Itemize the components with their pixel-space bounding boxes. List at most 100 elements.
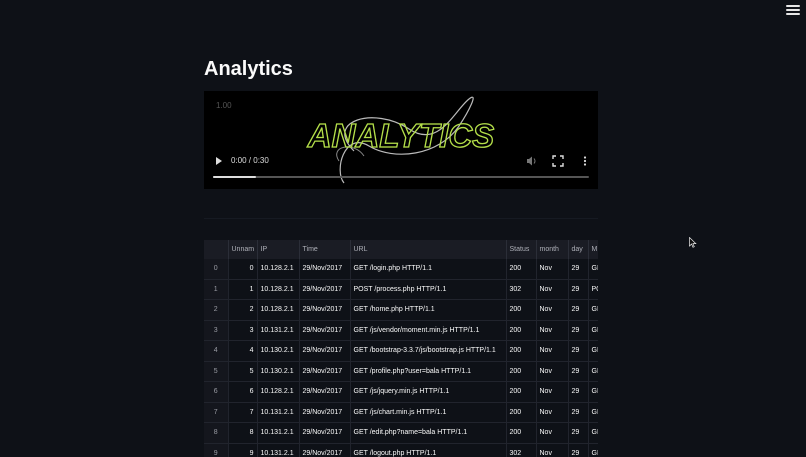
play-icon[interactable] — [216, 157, 222, 165]
table-cell[interactable]: GI — [588, 402, 598, 423]
row-index[interactable]: 5 — [204, 361, 229, 382]
table-cell[interactable]: 200 — [506, 340, 537, 362]
data-table[interactable]: Unnam IP Time URL Status month day M 0 0 10.128.2… — [204, 240, 598, 457]
table-cell[interactable]: POST /process.php HTTP/1.1 — [350, 279, 507, 300]
volume-icon[interactable] — [526, 155, 538, 167]
table-cell[interactable]: GI — [588, 422, 598, 444]
table-cell[interactable]: GI — [588, 340, 598, 362]
table-cell[interactable]: Nov — [536, 320, 569, 341]
table-row[interactable]: 5 5 10.130.2.1 29/Nov/2017 GET /profile.php?… — [204, 361, 598, 382]
table-cell[interactable]: GI — [588, 320, 598, 341]
table-cell[interactable]: 10.130.2.1 — [257, 361, 300, 382]
table-cell[interactable]: 4 — [228, 340, 258, 362]
table-cell[interactable]: Nov — [536, 402, 569, 423]
row-index[interactable]: 1 — [204, 279, 229, 300]
table-row[interactable]: 2 2 10.128.2.1 29/Nov/2017 GET /home.php HTT… — [204, 299, 598, 321]
table-cell[interactable]: 200 — [506, 381, 537, 403]
hamburger-menu-icon[interactable] — [786, 4, 800, 16]
table-cell[interactable]: Nov — [536, 299, 569, 321]
more-vertical-icon[interactable] — [579, 155, 591, 167]
table-cell[interactable]: Nov — [536, 259, 569, 280]
table-cell[interactable]: 302 — [506, 443, 537, 457]
table-cell[interactable]: GET /login.php HTTP/1.1 — [350, 259, 507, 280]
table-header-index[interactable] — [204, 240, 229, 259]
table-cell[interactable]: 200 — [506, 361, 537, 382]
table-row[interactable]: 6 6 10.128.2.1 29/Nov/2017 GET /js/jquery.mi… — [204, 381, 598, 403]
video-progress-bar[interactable] — [213, 176, 589, 178]
table-cell[interactable]: 9 — [228, 443, 258, 457]
table-row[interactable]: 4 4 10.130.2.1 29/Nov/2017 GET /bootstrap-3.… — [204, 340, 598, 362]
table-cell[interactable]: Nov — [536, 443, 569, 457]
table-cell[interactable]: 2 — [228, 299, 258, 321]
table-cell[interactable]: 10.128.2.1 — [257, 381, 300, 403]
row-index[interactable]: 7 — [204, 402, 229, 423]
table-cell[interactable]: 200 — [506, 320, 537, 341]
table-cell[interactable]: 10.131.2.1 — [257, 402, 300, 423]
table-cell[interactable]: 29 — [568, 259, 589, 280]
table-cell[interactable]: 29/Nov/2017 — [299, 279, 351, 300]
table-cell[interactable]: 7 — [228, 402, 258, 423]
table-cell[interactable]: Nov — [536, 422, 569, 444]
table-cell[interactable]: 10.131.2.1 — [257, 422, 300, 444]
table-cell[interactable]: Nov — [536, 381, 569, 403]
table-cell[interactable]: 5 — [228, 361, 258, 382]
table-cell[interactable]: 10.131.2.1 — [257, 320, 300, 341]
table-cell[interactable]: GET /bootstrap-3.3.7/js/bootstrap.js HTT… — [350, 340, 507, 362]
table-cell[interactable]: 10.128.2.1 — [257, 279, 300, 300]
table-cell[interactable]: GI — [588, 299, 598, 321]
table-cell[interactable]: 10.131.2.1 — [257, 443, 300, 457]
table-cell[interactable]: 29 — [568, 320, 589, 341]
table-cell[interactable]: 29/Nov/2017 — [299, 340, 351, 362]
table-cell[interactable]: 29 — [568, 361, 589, 382]
table-cell[interactable]: GET /js/vendor/moment.min.js HTTP/1.1 — [350, 320, 507, 341]
table-cell[interactable]: 29/Nov/2017 — [299, 402, 351, 423]
table-cell[interactable]: GI — [588, 361, 598, 382]
table-header-cell[interactable]: month — [536, 240, 569, 259]
table-cell[interactable]: 29/Nov/2017 — [299, 422, 351, 444]
table-cell[interactable]: 8 — [228, 422, 258, 444]
table-cell[interactable]: 1 — [228, 279, 258, 300]
table-cell[interactable]: 29/Nov/2017 — [299, 320, 351, 341]
table-header-cell[interactable]: day — [568, 240, 589, 259]
table-cell[interactable]: Nov — [536, 279, 569, 300]
table-cell[interactable]: 29/Nov/2017 — [299, 361, 351, 382]
table-header-cell[interactable]: Time — [299, 240, 351, 259]
table-cell[interactable]: 200 — [506, 299, 537, 321]
table-cell[interactable]: 29/Nov/2017 — [299, 381, 351, 403]
table-cell[interactable]: 200 — [506, 422, 537, 444]
row-index[interactable]: 2 — [204, 299, 229, 321]
table-cell[interactable]: GET /js/jquery.min.js HTTP/1.1 — [350, 381, 507, 403]
table-cell[interactable]: 10.128.2.1 — [257, 259, 300, 280]
table-cell[interactable]: GI — [588, 381, 598, 403]
table-cell[interactable]: GI — [588, 259, 598, 280]
table-header-cell[interactable]: IP — [257, 240, 300, 259]
row-index[interactable]: 8 — [204, 422, 229, 444]
table-cell[interactable]: GI — [588, 443, 598, 457]
table-cell[interactable]: 29 — [568, 279, 589, 300]
table-cell[interactable]: Nov — [536, 340, 569, 362]
table-cell[interactable]: 200 — [506, 259, 537, 280]
row-index[interactable]: 0 — [204, 259, 229, 280]
table-header-cell[interactable]: Status — [506, 240, 537, 259]
row-index[interactable]: 3 — [204, 320, 229, 341]
table-cell[interactable]: 6 — [228, 381, 258, 403]
table-row[interactable]: 7 7 10.131.2.1 29/Nov/2017 GET /js/chart.min… — [204, 402, 598, 423]
table-cell[interactable]: 29 — [568, 402, 589, 423]
table-row[interactable]: 3 3 10.131.2.1 29/Nov/2017 GET /js/vendor/mo… — [204, 320, 598, 341]
table-row[interactable]: 0 0 10.128.2.1 29/Nov/2017 GET /login.php HT… — [204, 259, 598, 280]
table-cell[interactable]: GET /logout.php HTTP/1.1 — [350, 443, 507, 457]
table-row[interactable]: 8 8 10.131.2.1 29/Nov/2017 GET /edit.php?nam… — [204, 422, 598, 444]
table-cell[interactable]: 29 — [568, 299, 589, 321]
row-index[interactable]: 4 — [204, 340, 229, 362]
table-cell[interactable]: 302 — [506, 279, 537, 300]
table-cell[interactable]: 29 — [568, 340, 589, 362]
table-cell[interactable]: 29 — [568, 443, 589, 457]
table-header-cell[interactable]: URL — [350, 240, 507, 259]
table-row[interactable]: 9 9 10.131.2.1 29/Nov/2017 GET /logout.php H… — [204, 443, 598, 457]
table-cell[interactable]: 29/Nov/2017 — [299, 299, 351, 321]
table-header-cell[interactable]: M — [588, 240, 598, 259]
table-cell[interactable]: 200 — [506, 402, 537, 423]
table-cell[interactable]: 29 — [568, 381, 589, 403]
table-cell[interactable]: Nov — [536, 361, 569, 382]
table-cell[interactable]: 29/Nov/2017 — [299, 259, 351, 280]
